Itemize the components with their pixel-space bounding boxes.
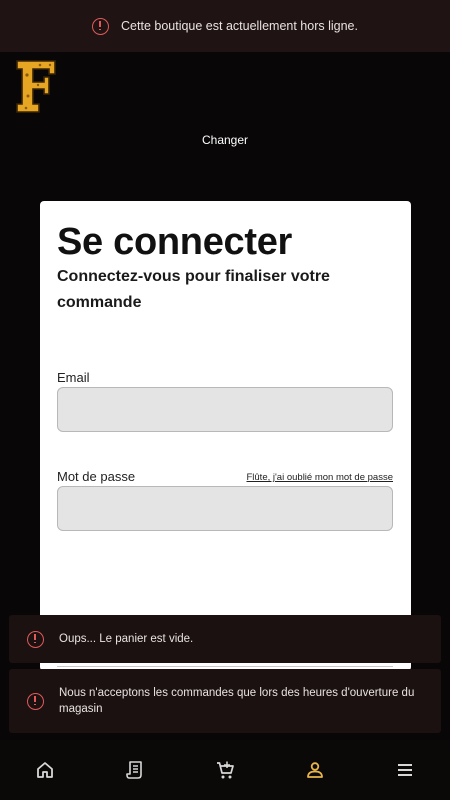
nav-orders[interactable] [115,750,155,790]
offline-banner-text: Cette boutique est actuellement hors lig… [121,19,358,33]
nav-menu[interactable] [385,750,425,790]
toast-text: Nous n'acceptons les commandes que lors … [59,686,415,716]
email-field[interactable] [57,387,393,432]
alert-icon [27,692,44,710]
password-field[interactable] [57,486,393,531]
toast-text: Oups... Le panier est vide. [59,632,194,645]
receipt-icon [126,761,142,779]
forgot-password-link[interactable]: Flûte, j'ai oublié mon mot de passe [246,472,393,483]
account-icon [307,762,323,778]
empty-cart-toast[interactable]: Oups... Le panier est vide. [9,615,441,663]
login-subtitle: Connectez-vous pour finaliser votre comm… [57,268,330,311]
offline-banner: Cette boutique est actuellement hors lig… [0,0,450,52]
nav-cart[interactable] [205,750,245,790]
email-label: Email [57,370,90,385]
password-label: Mot de passe [57,469,136,484]
login-title: Se connecter [57,221,293,263]
alert-icon [27,630,44,648]
cart-icon [217,761,234,779]
store-logo[interactable] [16,60,56,113]
opening-hours-toast[interactable]: Nous n'acceptons les commandes que lors … [9,669,441,733]
nav-account[interactable] [295,750,335,790]
alert-icon [92,17,110,35]
bottom-nav [0,740,450,800]
login-card: Se connecter Connectez-vous pour finalis… [40,201,411,671]
nav-home[interactable] [25,750,65,790]
home-icon [37,762,53,778]
change-store-button[interactable]: Changer [0,133,450,147]
menu-icon [398,764,412,776]
app-screen: Cette boutique est actuellement hors lig… [0,0,450,800]
